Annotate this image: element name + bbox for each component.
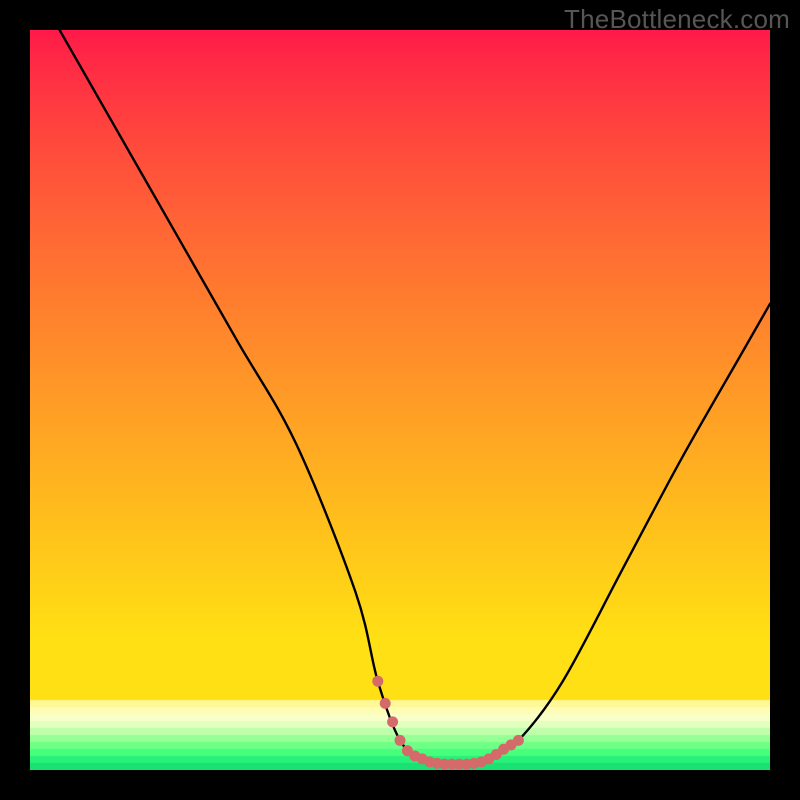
plot-area	[30, 30, 770, 770]
curve-layer	[30, 30, 770, 770]
optimal-band	[372, 676, 524, 770]
optimal-dot	[380, 698, 391, 709]
optimal-dot	[395, 735, 406, 746]
watermark-label: TheBottleneck.com	[564, 4, 790, 35]
optimal-dot	[387, 716, 398, 727]
optimal-dot	[513, 735, 524, 746]
bottleneck-curve	[60, 30, 770, 765]
optimal-dot	[372, 676, 383, 687]
chart-frame: TheBottleneck.com	[0, 0, 800, 800]
